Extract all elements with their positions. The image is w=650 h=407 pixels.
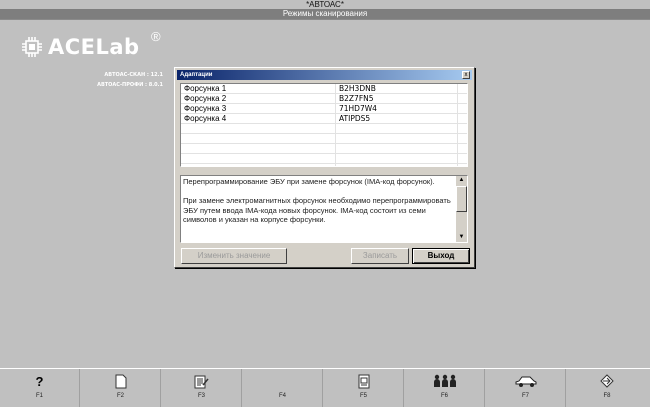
description-paragraph: Перепрограммирование ЭБУ при замене форс… xyxy=(183,177,435,186)
empty-row xyxy=(181,124,467,134)
empty-row xyxy=(181,154,467,164)
f7-label: F7 xyxy=(521,393,529,399)
injector-code: B2H3DNB xyxy=(339,84,376,93)
f3-label: F3 xyxy=(197,393,205,399)
description-box[interactable]: Перепрограммирование ЭБУ при замене форс… xyxy=(180,175,468,243)
mode-title: Режимы сканирования xyxy=(0,9,650,19)
help-icon: ? xyxy=(35,373,44,389)
table-row[interactable]: Форсунка 2 B2Z7FN5 xyxy=(181,94,467,104)
table-row[interactable]: Форсунка 1 B2H3DNB xyxy=(181,84,467,94)
users-icon xyxy=(405,373,484,389)
table-row[interactable]: Форсунка 4 ATIPDS5 xyxy=(181,114,467,124)
notes-icon xyxy=(162,373,241,389)
acelab-chip-icon xyxy=(22,37,42,57)
injector-list[interactable]: Форсунка 1 B2H3DNB Форсунка 2 B2Z7FN5 Фо… xyxy=(180,83,468,167)
exit-icon xyxy=(567,373,647,389)
description-paragraph: При замене электромагнитных форсунок нео… xyxy=(183,196,451,224)
injector-code: 71HD7W4 xyxy=(339,104,377,113)
injector-code: B2Z7FN5 xyxy=(339,94,374,103)
dialog-title: Адаптации xyxy=(180,72,213,78)
logo-text: ACELab xyxy=(48,35,140,59)
f4-label: F4 xyxy=(278,393,286,399)
injector-name: Форсунка 1 xyxy=(184,84,227,93)
f2-button[interactable]: F2 xyxy=(81,369,161,407)
document-icon xyxy=(81,373,160,389)
f5-button[interactable]: F5 xyxy=(324,369,404,407)
scroll-down-icon[interactable]: ▼ xyxy=(457,233,466,242)
change-value-button[interactable]: Изменить значение xyxy=(181,248,287,264)
f2-label: F2 xyxy=(116,393,124,399)
f1-button[interactable]: ? F1 xyxy=(0,369,80,407)
empty-row xyxy=(181,134,467,144)
f6-button[interactable]: F6 xyxy=(405,369,485,407)
injector-name: Форсунка 4 xyxy=(184,114,227,123)
table-row[interactable]: Форсунка 3 71HD7W4 xyxy=(181,104,467,114)
f7-button[interactable]: F7 xyxy=(486,369,566,407)
description-text: Перепрограммирование ЭБУ при замене форс… xyxy=(183,177,455,225)
registered-mark: ® xyxy=(151,29,161,44)
f1-label: F1 xyxy=(35,393,43,399)
report-icon xyxy=(324,373,403,389)
f5-label: F5 xyxy=(359,393,367,399)
dialog-titlebar: Адаптации x xyxy=(177,70,472,80)
f8-label: F8 xyxy=(603,393,611,399)
injector-code: ATIPDS5 xyxy=(339,114,371,123)
app-title: *АВТОАС* xyxy=(306,0,344,9)
acelab-logo: ACELab ® xyxy=(20,29,161,63)
injector-name: Форсунка 2 xyxy=(184,94,227,103)
version-scan: АВТОАС-СКАН : 12.1 xyxy=(104,72,163,78)
empty-row xyxy=(181,144,467,154)
f6-label: F6 xyxy=(440,393,448,399)
function-key-bar: ? F1 F2 F3 F4 F5 F6 F7 F8 xyxy=(0,368,650,407)
write-button[interactable]: Записать xyxy=(351,248,409,264)
version-profi: АВТОАС-ПРОФИ : 8.0.1 xyxy=(97,82,163,88)
close-button[interactable]: x xyxy=(462,71,470,79)
scroll-thumb[interactable] xyxy=(456,186,467,212)
description-scrollbar[interactable]: ▲ ▼ xyxy=(456,176,467,242)
f8-button[interactable]: F8 xyxy=(567,369,647,407)
f3-button[interactable]: F3 xyxy=(162,369,242,407)
scroll-up-icon[interactable]: ▲ xyxy=(457,176,466,185)
injector-name: Форсунка 3 xyxy=(184,104,227,113)
window-titlebar: *АВТОАС* Режимы сканирования xyxy=(0,0,650,20)
adaptation-dialog: Адаптации x Форсунка 1 B2H3DNB Форсунка … xyxy=(174,67,475,268)
f4-button[interactable]: F4 xyxy=(243,369,323,407)
exit-button[interactable]: Выход xyxy=(412,248,470,264)
car-icon xyxy=(486,373,565,389)
